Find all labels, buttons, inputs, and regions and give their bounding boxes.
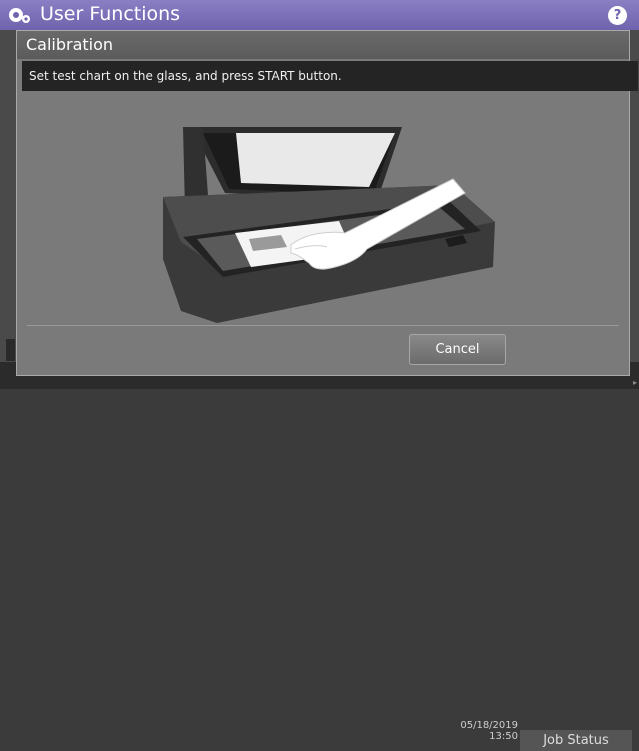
dialog-header: Calibration — [17, 31, 629, 59]
status-time: 13:50 — [489, 731, 518, 742]
date-time: 05/18/2019 13:50 — [448, 720, 518, 742]
side-indicator — [6, 339, 15, 361]
status-date: 05/18/2019 — [460, 720, 518, 731]
scanner-hand-illustration — [163, 127, 495, 323]
gear-icon — [9, 8, 30, 23]
instruction-message: Set test chart on the glass, and press S… — [29, 69, 342, 83]
calibration-dialog: Calibration Set test chart on the glass,… — [16, 30, 638, 376]
scroll-indicator: ▸ — [632, 378, 637, 387]
dialog-title: Calibration — [26, 35, 114, 54]
instruction-message-bar: Set test chart on the glass, and press S… — [22, 61, 638, 91]
app-title-bar: User Functions ? — [0, 0, 639, 30]
app-title: User Functions — [40, 3, 181, 25]
cancel-button[interactable]: Cancel — [409, 334, 506, 365]
help-icon[interactable]: ? — [608, 6, 627, 25]
dialog-divider — [27, 325, 619, 326]
job-status-button[interactable]: Job Status — [520, 730, 632, 751]
